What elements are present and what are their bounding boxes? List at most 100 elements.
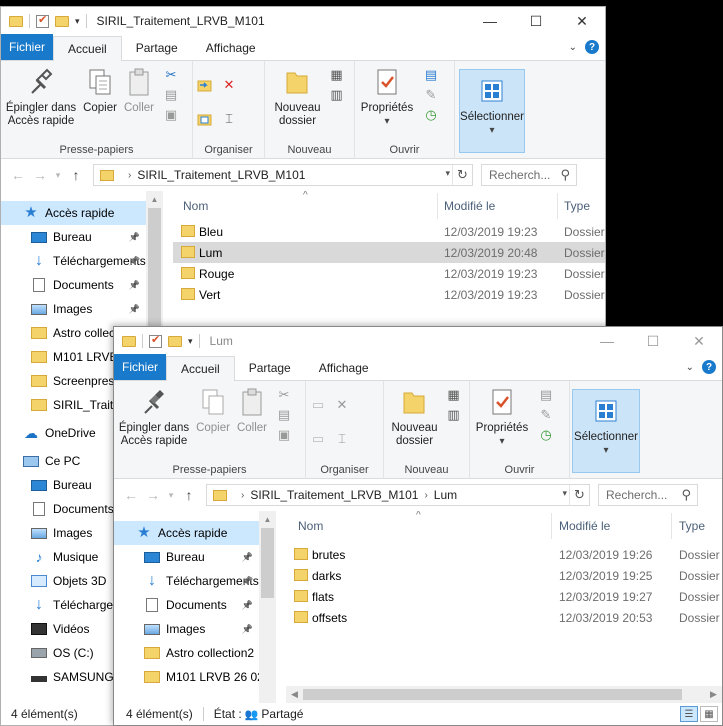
tab-home[interactable]: Accueil <box>166 356 235 381</box>
nav-item[interactable]: Documents 📌 <box>114 593 259 617</box>
breadcrumb-separator-icon[interactable]: › <box>241 490 244 501</box>
properties-icon[interactable] <box>36 13 49 28</box>
move-to-icon[interactable] <box>197 77 213 93</box>
column-type[interactable]: Type <box>564 199 590 213</box>
collapse-ribbon-icon[interactable]: ⌄ <box>569 42 577 53</box>
large-icons-view-icon[interactable]: ▦ <box>700 706 718 722</box>
nav-item[interactable]: Bureau 📌 <box>1 225 146 249</box>
collapse-ribbon-icon[interactable]: ⌄ <box>686 362 694 373</box>
maximize-button[interactable]: ☐ <box>630 327 676 355</box>
breadcrumb-lum[interactable]: Lum <box>434 488 457 502</box>
tab-share[interactable]: Partage <box>235 356 305 380</box>
tab-home[interactable]: Accueil <box>53 36 122 61</box>
recent-locations-icon[interactable]: ▾ <box>164 490 178 501</box>
back-arrow-icon[interactable]: ← <box>120 487 142 503</box>
refresh-icon[interactable]: ↻ <box>452 165 472 185</box>
copy-to-icon[interactable] <box>197 111 213 127</box>
column-name[interactable]: Nom <box>183 199 208 213</box>
file-list[interactable]: ^ Nom Modifié le Type brutes 12/03/2019 1… <box>286 511 722 703</box>
search-icon[interactable]: ⚲ <box>560 167 570 183</box>
select-button[interactable]: Sélectionner ▾ <box>459 69 525 153</box>
file-row[interactable]: Lum 12/03/2019 20:48 Dossier <box>173 242 605 263</box>
cut-icon[interactable]: ✂ <box>163 67 179 83</box>
up-arrow-icon[interactable]: ↑ <box>65 167 87 183</box>
pin-icon[interactable]: 📌 <box>242 552 253 563</box>
pin-icon[interactable]: 📌 <box>129 256 140 267</box>
tab-file[interactable]: Fichier <box>1 34 54 60</box>
file-row[interactable]: Bleu 12/03/2019 19:23 Dossier <box>173 221 605 242</box>
folder-icon[interactable] <box>122 335 136 347</box>
nav-item[interactable]: ★ Accès rapide <box>1 201 146 225</box>
properties-icon[interactable] <box>149 333 162 348</box>
copy-path-icon[interactable]: ▤ <box>163 87 179 103</box>
pin-button[interactable]: Épingler dans Accès rapide <box>114 385 194 448</box>
nav-item[interactable]: ↓ Téléchargements 📌 <box>1 249 146 273</box>
back-arrow-icon[interactable]: ← <box>7 167 29 183</box>
paste-shortcut-icon[interactable]: ▣ <box>163 107 179 123</box>
horizontal-scrollbar[interactable]: ◀ ▶ <box>286 686 722 703</box>
navigation-pane[interactable]: ★ Accès rapide Bureau 📌 ↓ Téléchargements 📌 Doc… <box>114 511 259 703</box>
pin-icon[interactable]: 📌 <box>129 304 140 315</box>
easy-access-icon[interactable]: ▥ <box>329 87 345 103</box>
column-name[interactable]: Nom <box>298 519 323 533</box>
details-view-icon[interactable]: ☰ <box>680 706 698 722</box>
minimize-button[interactable]: — <box>467 7 513 35</box>
search-input[interactable]: Recherch... ⚲ <box>598 484 698 506</box>
nav-scrollbar[interactable]: ▲ <box>259 511 276 703</box>
properties-button[interactable]: Propriétés ▾ <box>355 65 419 128</box>
scrollbar-thumb[interactable] <box>148 208 161 338</box>
breadcrumb-separator-icon[interactable]: › <box>128 170 131 181</box>
pin-icon[interactable]: 📌 <box>129 280 140 291</box>
title-bar[interactable]: ▾ SIRIL_Traitement_LRVB_M101 — ☐ ✕ <box>1 7 605 35</box>
paste-button[interactable]: Coller <box>232 385 272 435</box>
recent-locations-icon[interactable]: ▾ <box>51 170 65 181</box>
new-folder-icon[interactable] <box>55 15 69 27</box>
tab-view[interactable]: Affichage <box>192 36 270 60</box>
breadcrumb-siril[interactable]: SIRIL_Traitement_LRVB_M101 <box>250 488 418 502</box>
nav-item[interactable]: Images 📌 <box>114 617 259 641</box>
chevron-down-icon[interactable]: ▾ <box>75 16 80 27</box>
column-divider[interactable] <box>551 513 552 539</box>
open-icon[interactable]: ▤ <box>423 67 439 83</box>
scrollbar-thumb[interactable] <box>261 528 274 598</box>
select-button[interactable]: Sélectionner ▾ <box>572 389 640 473</box>
maximize-button[interactable]: ☐ <box>513 7 559 35</box>
explorer-window-lum[interactable]: ▾ Lum — ☐ ✕ Fichier Accueil Partage Affi… <box>113 326 723 726</box>
address-dropdown-icon[interactable]: ▾ <box>562 488 567 499</box>
new-folder-button[interactable]: Nouveau dossier <box>387 385 441 448</box>
history-icon[interactable]: ◷ <box>423 107 439 123</box>
nav-item[interactable]: ↓ Téléchargements 📌 <box>114 569 259 593</box>
new-folder-icon[interactable] <box>168 335 182 347</box>
delete-icon[interactable]: ✕ <box>221 77 237 93</box>
file-row[interactable]: Vert 12/03/2019 19:23 Dossier <box>173 284 605 305</box>
column-modified[interactable]: Modifié le <box>444 199 495 213</box>
delete-icon[interactable]: ✕ <box>334 397 350 413</box>
scroll-up-icon[interactable]: ▲ <box>146 191 163 208</box>
edit-icon[interactable]: ✎ <box>538 407 554 423</box>
chevron-down-icon[interactable]: ▾ <box>188 336 193 347</box>
forward-arrow-icon[interactable]: → <box>29 167 51 183</box>
rename-icon[interactable]: ⌶ <box>334 431 350 447</box>
column-divider[interactable] <box>671 513 672 539</box>
new-folder-button[interactable]: Nouveau dossier <box>270 65 324 128</box>
new-item-icon[interactable]: ▦ <box>446 387 462 403</box>
tab-share[interactable]: Partage <box>122 36 192 60</box>
nav-item[interactable]: Images 📌 <box>1 297 146 321</box>
title-bar[interactable]: ▾ Lum — ☐ ✕ <box>114 327 722 355</box>
edit-icon[interactable]: ✎ <box>423 87 439 103</box>
help-icon[interactable]: ? <box>585 40 599 54</box>
pin-button[interactable]: Épingler dans Accès rapide <box>1 65 81 128</box>
close-button[interactable]: ✕ <box>559 7 605 35</box>
file-row[interactable]: darks 12/03/2019 19:25 Dossier <box>286 565 722 586</box>
pin-icon[interactable]: 📌 <box>242 576 253 587</box>
scroll-up-icon[interactable]: ▲ <box>259 511 276 528</box>
folder-icon[interactable] <box>9 15 23 27</box>
copy-path-icon[interactable]: ▤ <box>276 407 292 423</box>
scroll-left-icon[interactable]: ◀ <box>286 686 303 703</box>
minimize-button[interactable]: — <box>584 327 630 355</box>
open-icon[interactable]: ▤ <box>538 387 554 403</box>
breadcrumb-siril[interactable]: SIRIL_Traitement_LRVB_M101 <box>137 168 305 182</box>
address-bar[interactable]: › SIRIL_Traitement_LRVB_M101 ▾ ↻ <box>93 164 473 186</box>
up-arrow-icon[interactable]: ↑ <box>178 487 200 503</box>
move-to-icon[interactable]: ▭ <box>310 397 326 413</box>
